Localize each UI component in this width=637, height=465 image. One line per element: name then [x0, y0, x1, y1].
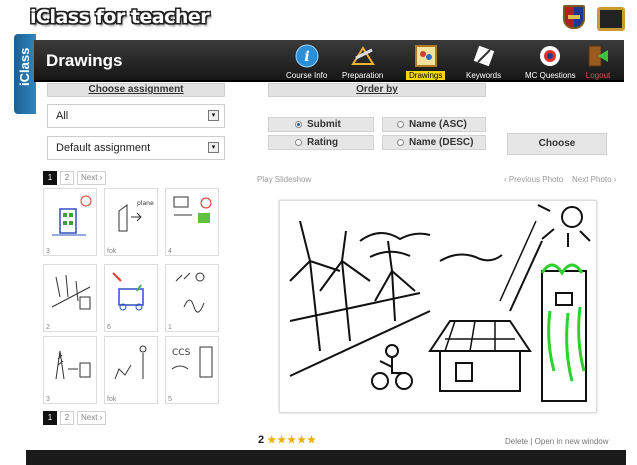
chevron-down-icon[interactable]: ▾ [208, 142, 219, 153]
drawing-thumbnail[interactable]: fok [104, 336, 158, 404]
radio-name-desc-label: Name (DESC) [409, 137, 474, 148]
pagination-top: 1 2 Next › [43, 171, 107, 185]
nav-keywords-label: Keywords [466, 71, 502, 80]
radio-rating-label: Rating [307, 137, 339, 148]
radio-name-asc-label: Name (ASC) [409, 119, 467, 130]
selected-drawing[interactable] [279, 200, 597, 413]
thumbnail-caption: fok [107, 248, 117, 255]
mc-questions-icon [536, 42, 564, 70]
thumbnail-caption: 3 [46, 396, 50, 403]
nav-course-info[interactable]: i Course Info [286, 42, 327, 80]
screen-icon[interactable] [597, 7, 625, 31]
delete-link[interactable]: Delete [505, 437, 528, 446]
nav-preparation[interactable]: Preparation [342, 42, 383, 80]
photo-actions: Delete | Open in new window [505, 437, 609, 446]
radio-submit[interactable]: Submit [268, 117, 374, 132]
play-slideshow-link[interactable]: Play Slideshow [257, 175, 311, 184]
open-new-window-link[interactable]: Open in new window [535, 437, 609, 446]
thumbnail-caption: 2 [46, 324, 50, 331]
order-by-heading: Order by [268, 83, 486, 97]
side-tab: iClass [14, 34, 36, 114]
info-icon: i [293, 42, 321, 70]
nav-drawings[interactable]: Drawings [406, 42, 446, 80]
nav-keywords[interactable]: Keywords [466, 42, 501, 80]
drawing-thumbnail[interactable]: CCS 5 [165, 336, 219, 404]
drawing-thumbnail[interactable]: 6 [104, 264, 158, 332]
radio-dot[interactable] [295, 121, 302, 128]
next-photo-link[interactable]: Next Photo › [572, 175, 616, 184]
pagination-bottom: 1 2 Next › [43, 411, 107, 425]
university-crest-icon[interactable] [563, 5, 585, 29]
thumbnail-caption: 5 [168, 396, 172, 403]
nav-course-info-label: Course Info [286, 71, 328, 80]
radio-dot[interactable] [397, 121, 404, 128]
assignment-select[interactable]: Default assignment ▾ [47, 136, 225, 160]
nav-mc-questions[interactable]: MC Questions [525, 42, 576, 80]
page-1-button[interactable]: 1 [43, 411, 57, 425]
assignment-select-value: Default assignment [56, 142, 151, 154]
side-tab-label: iClass [17, 47, 32, 86]
drawing-thumbnail[interactable]: plane fok [104, 188, 158, 256]
chevron-down-icon[interactable]: ▾ [208, 110, 219, 121]
choose-button[interactable]: Choose [507, 133, 607, 155]
star-icon[interactable]: ★★★★★ [267, 435, 317, 446]
filter-select[interactable]: All ▾ [47, 104, 225, 128]
previous-photo-link[interactable]: ‹ Previous Photo [504, 175, 563, 184]
page-2-button[interactable]: 2 [60, 171, 74, 185]
page-1-button[interactable]: 1 [43, 171, 57, 185]
thumbnail-caption: 3 [46, 248, 50, 255]
svg-text:plane: plane [137, 200, 154, 207]
rating-value: 2 [258, 434, 265, 446]
brand-title: iClass for teacher [30, 6, 210, 28]
page-title: Drawings [46, 51, 123, 70]
next-page-button[interactable]: Next › [77, 171, 107, 185]
radio-name-desc[interactable]: Name (DESC) [382, 135, 486, 150]
radio-name-asc[interactable]: Name (ASC) [382, 117, 486, 132]
action-separator: | [530, 437, 533, 446]
main-header: Drawings i Course Info Preparation Drawi… [34, 40, 624, 82]
page-2-button[interactable]: 2 [60, 411, 74, 425]
svg-text:i: i [304, 49, 309, 65]
radio-dot[interactable] [397, 139, 404, 146]
keywords-icon [470, 42, 498, 70]
page: iClass for teacher iClass Drawings i Cou… [0, 0, 637, 465]
radio-dot[interactable] [295, 139, 302, 146]
filter-select-value: All [56, 110, 69, 122]
thumbnail-caption: 6 [107, 324, 111, 331]
nav-drawings-label: Drawings [406, 71, 446, 80]
logout-icon [584, 42, 612, 70]
nav-preparation-label: Preparation [342, 71, 384, 80]
thumbnail-caption: 4 [168, 248, 172, 255]
next-page-button[interactable]: Next › [77, 411, 107, 425]
preparation-icon [349, 42, 377, 70]
drawing-thumbnail[interactable]: 2 [43, 264, 97, 332]
radio-rating[interactable]: Rating [268, 135, 374, 150]
drawing-thumbnail[interactable]: 4 [165, 188, 219, 256]
rating: 2 ★★★★★ [258, 434, 317, 446]
footer-bar [26, 450, 626, 465]
nav-mc-questions-label: MC Questions [525, 71, 576, 80]
drawing-thumbnail[interactable]: 3 [43, 336, 97, 404]
choose-assignment-heading: Choose assignment [47, 83, 225, 97]
svg-text:CCS: CCS [172, 348, 191, 358]
radio-submit-label: Submit [307, 119, 341, 130]
nav-logout-label: Logout [585, 71, 611, 80]
drawing-thumbnail[interactable]: 1 [165, 264, 219, 332]
thumbnail-caption: fok [107, 396, 117, 403]
drawings-icon [412, 42, 440, 70]
nav-logout[interactable]: Logout [584, 42, 612, 80]
thumbnail-caption: 1 [168, 324, 172, 331]
drawing-thumbnail[interactable]: 3 [43, 188, 97, 256]
